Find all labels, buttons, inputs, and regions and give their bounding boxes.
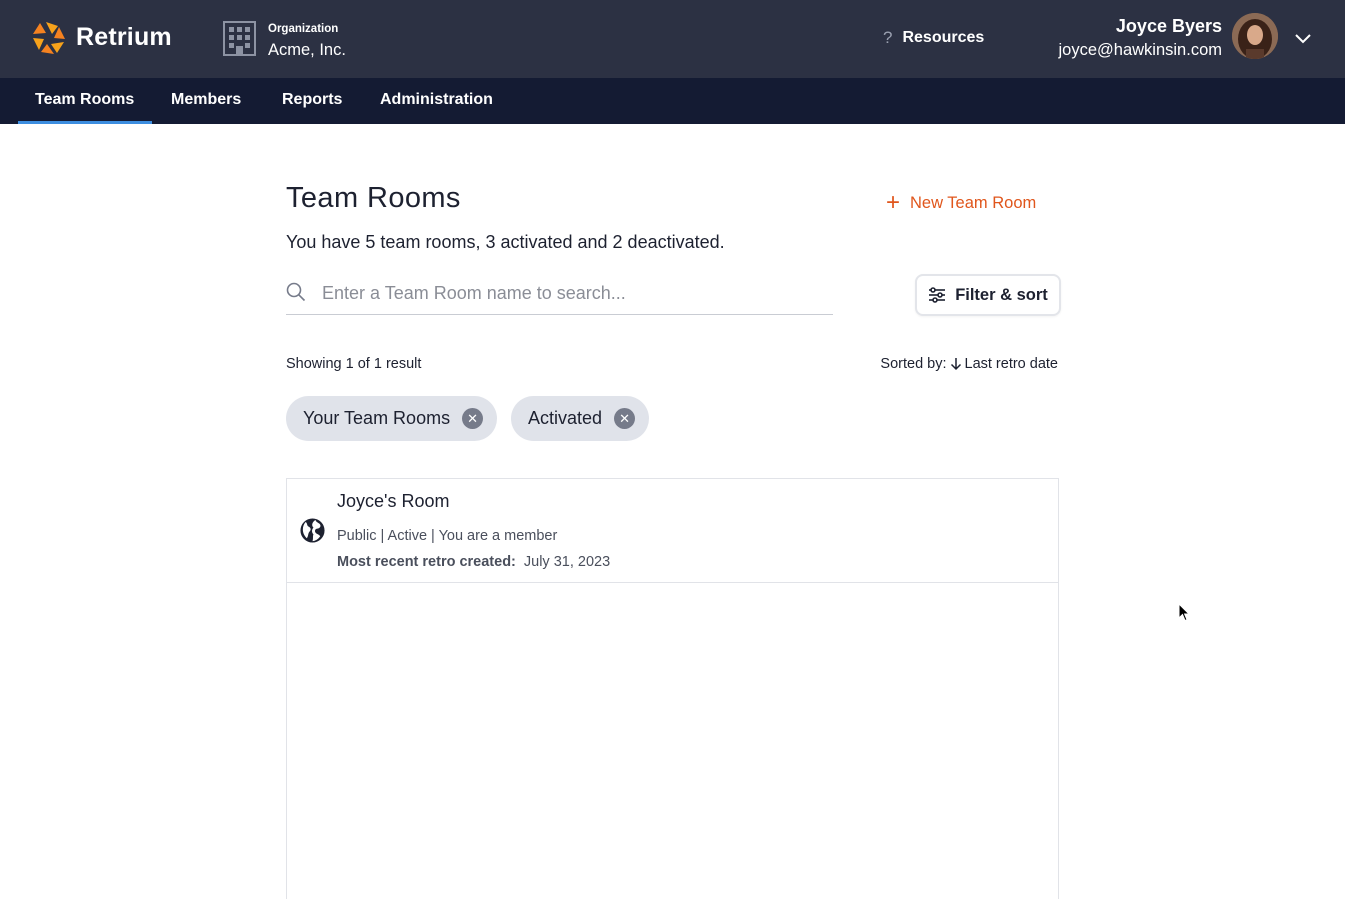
organization-label: Organization [268,23,339,35]
plus-icon: + [885,189,900,216]
list-item[interactable]: Joyce's Room Public | Active | You are a… [287,479,1058,583]
filter-chip-activated: Activated ✕ [511,396,650,441]
globe-icon [300,518,325,543]
chip-label: Activated [528,408,603,428]
tab-members[interactable]: Members [171,78,241,124]
mouse-cursor-icon [1178,603,1190,622]
team-rooms-list: Joyce's Room Public | Active | You are a… [286,478,1059,899]
building-icon [223,21,256,56]
new-team-room-button[interactable]: + New Team Room [884,189,1037,216]
sorted-by-value: Last retro date [964,356,1059,372]
room-recent-retro: Most recent retro created: July 31, 2023 [337,554,610,570]
brand-name[interactable]: Retrium [76,23,172,52]
top-bar: Retrium Organization Acme, Inc. ? Resour… [0,0,1345,78]
main-nav: Team Rooms Members Reports Administratio… [0,78,1345,124]
search-input[interactable] [322,279,822,307]
filter-sort-button[interactable]: Filter & sort [915,274,1061,316]
room-name[interactable]: Joyce's Room [337,491,449,512]
user-avatar[interactable] [1232,13,1278,59]
recent-retro-date: July 31, 2023 [523,554,611,570]
room-meta: Public | Active | You are a member [337,528,558,544]
user-email: joyce@hawkinsin.com [1058,41,1222,59]
search-bar [286,275,833,315]
sort-indicator: Sorted by: Last retro date [880,356,1058,372]
tab-team-rooms[interactable]: Team Rooms [17,78,153,124]
filter-sort-label: Filter & sort [955,285,1048,304]
filter-chip-your-team-rooms: Your Team Rooms ✕ [286,396,498,441]
retrium-logo-icon[interactable] [31,20,67,56]
new-team-room-label: New Team Room [910,193,1037,212]
resources-label: Resources [902,29,985,46]
help-icon: ? [883,28,893,47]
tab-administration[interactable]: Administration [380,78,493,124]
sorted-by-label: Sorted by: [880,356,947,372]
sliders-icon [929,287,946,303]
arrow-down-icon [950,358,961,371]
page-title: Team Rooms [286,182,461,214]
results-count: Showing 1 of 1 result [286,356,422,372]
remove-filter-icon[interactable]: ✕ [462,408,484,429]
search-icon [286,282,306,302]
chevron-down-icon[interactable] [1294,31,1312,45]
resources-link[interactable]: ? Resources [883,28,984,48]
recent-retro-label: Most recent retro created: [337,554,516,570]
remove-filter-icon[interactable]: ✕ [614,408,636,429]
chip-label: Your Team Rooms [303,408,451,428]
team-rooms-summary: You have 5 team rooms, 3 activated and 2… [286,232,725,252]
organization-name: Acme, Inc. [268,41,346,59]
tab-reports[interactable]: Reports [282,78,342,124]
user-name: Joyce Byers [1115,16,1222,36]
